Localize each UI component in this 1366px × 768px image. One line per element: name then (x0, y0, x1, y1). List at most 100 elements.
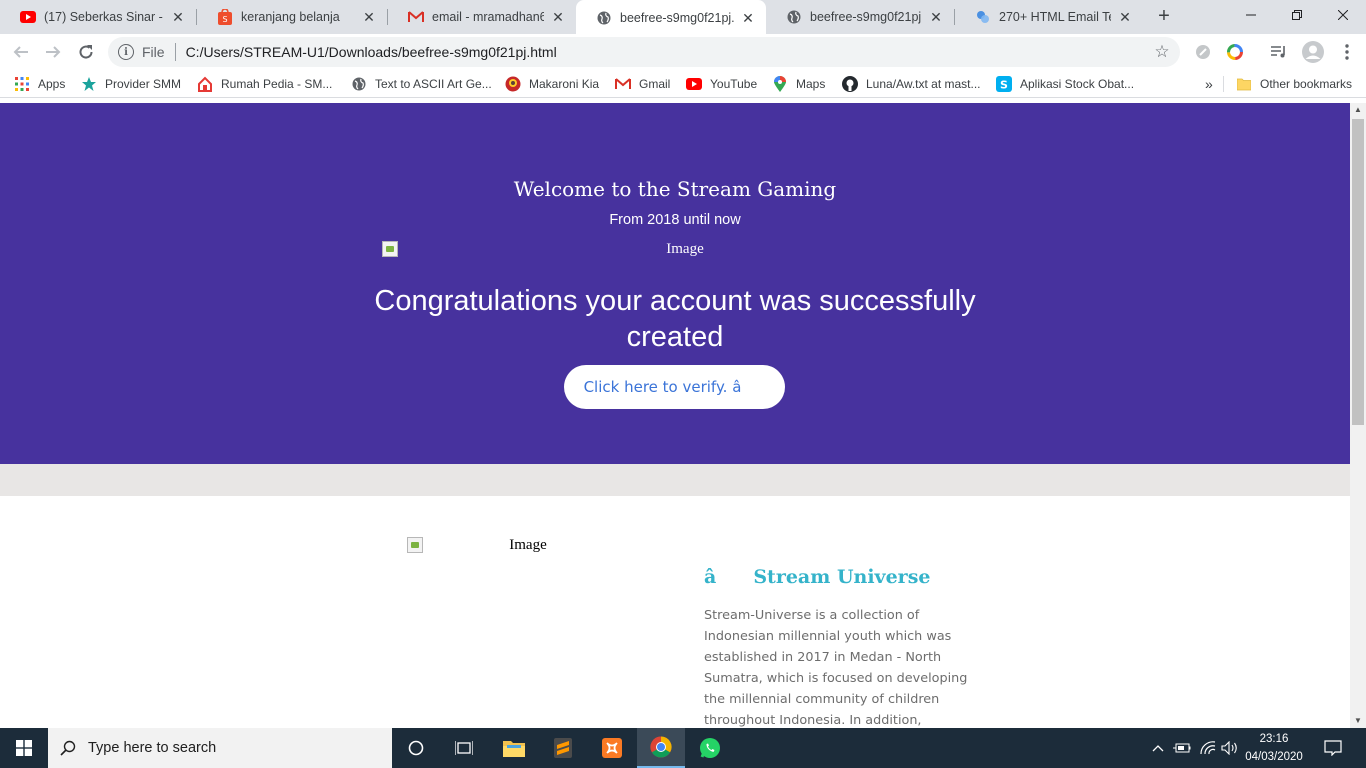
scroll-thumb[interactable] (1352, 119, 1364, 425)
close-icon[interactable]: ✕ (928, 9, 944, 25)
whatsapp-icon (700, 738, 720, 758)
apps-grid-icon (14, 76, 30, 92)
verify-button[interactable]: Click here to verify. â (564, 365, 785, 409)
task-view-button[interactable] (440, 728, 488, 768)
bookmark-label: Maps (796, 77, 826, 91)
shopee-icon: S (217, 9, 233, 25)
bookmark-label: Apps (38, 77, 66, 91)
broken-image-icon (382, 241, 398, 257)
close-icon[interactable]: ✕ (361, 9, 377, 25)
svg-text:S: S (1000, 79, 1008, 92)
tab-title: beefree-s9mg0f21pj.htm (810, 10, 922, 24)
bookmark-label: Other bookmarks (1260, 77, 1353, 91)
close-window-button[interactable] (1320, 0, 1366, 30)
windows-taskbar: Type here to search 23:16 04/03/2020 (0, 728, 1366, 768)
volume-icon[interactable] (1220, 728, 1240, 768)
about-body: Stream-Universe is a collection of Indon… (704, 608, 968, 728)
restore-button[interactable] (1274, 0, 1320, 30)
bookmark-label: Provider SMM (105, 77, 182, 91)
scroll-down-arrow-icon[interactable]: ▼ (1350, 714, 1366, 728)
section-divider-band (0, 464, 1350, 496)
svg-text:S: S (222, 15, 227, 24)
bookmarks-divider (1223, 76, 1224, 92)
globe-icon (786, 9, 802, 25)
image-alt-text: Image (509, 537, 547, 553)
bookmark-rumah-pedia[interactable]: Rumah Pedia - SM... (197, 70, 332, 98)
bookmark-other-bookmarks[interactable]: Other bookmarks (1236, 70, 1352, 98)
hero-subtitle: From 2018 until now (609, 212, 741, 228)
skype-icon: S (996, 76, 1012, 92)
clock-date: 04/03/2020 (1245, 751, 1303, 763)
tab-youtube[interactable]: (17) Seberkas Sinar - Nu ✕ (0, 0, 196, 34)
sublime-text-button[interactable] (539, 728, 587, 768)
tab-title: email - mramadhan687 (432, 10, 544, 24)
info-icon[interactable]: i (118, 44, 134, 60)
wifi-icon[interactable] (1198, 728, 1218, 768)
bookmark-ascii-art[interactable]: Text to ASCII Art Ge... (351, 70, 492, 98)
search-icon (48, 740, 88, 756)
bookmark-github-luna[interactable]: Luna/Aw.txt at mast... (842, 70, 981, 98)
taskbar-search-box[interactable]: Type here to search (48, 728, 392, 768)
close-icon[interactable]: ✕ (550, 9, 566, 25)
bookmark-maps[interactable]: Maps (772, 70, 825, 98)
bookmarks-overflow-button[interactable]: » (1205, 70, 1213, 98)
tab-beefree-active[interactable]: beefree-s9mg0f21pj.htm ✕ (576, 0, 766, 36)
close-icon[interactable]: ✕ (1117, 9, 1133, 25)
forward-button[interactable] (40, 39, 66, 65)
tab-shopee[interactable]: S keranjang belanja ✕ (197, 0, 387, 34)
bookmark-star-icon[interactable]: ☆ (1150, 42, 1174, 62)
bookmark-gmail[interactable]: Gmail (615, 70, 670, 98)
minimize-button[interactable] (1228, 0, 1274, 30)
start-button[interactable] (0, 728, 48, 768)
bookmarks-bar: Apps Provider SMM Rumah Pedia - SM... Te… (0, 70, 1366, 98)
whatsapp-button[interactable] (686, 728, 734, 768)
bookmark-youtube[interactable]: YouTube (686, 70, 757, 98)
show-hidden-icons-chevron-icon[interactable] (1150, 728, 1166, 768)
hero-broken-image: Image (382, 241, 972, 261)
tab-gmail[interactable]: email - mramadhan687 ✕ (388, 0, 576, 34)
bookmark-label: Luna/Aw.txt at mast... (866, 77, 981, 91)
action-center-button[interactable] (1318, 728, 1348, 768)
url-scheme: File (142, 44, 165, 60)
image-alt-text: Image (666, 241, 704, 257)
gmail-icon (408, 9, 424, 25)
bookmark-apps[interactable]: Apps (14, 70, 65, 98)
battery-icon[interactable] (1172, 728, 1192, 768)
reload-button[interactable] (73, 39, 99, 65)
about-broken-image: Image (407, 537, 633, 557)
close-icon[interactable]: ✕ (740, 10, 756, 26)
chrome-button[interactable] (637, 728, 685, 768)
close-icon[interactable]: ✕ (170, 9, 186, 25)
profile-avatar-icon[interactable] (1302, 41, 1324, 63)
back-button[interactable] (8, 39, 34, 65)
tab-title: (17) Seberkas Sinar - Nu (44, 10, 164, 24)
file-explorer-button[interactable] (490, 728, 538, 768)
github-icon (842, 76, 858, 92)
bookmark-provider-smm[interactable]: Provider SMM (81, 70, 181, 98)
bookmark-label: Makaroni Kia (529, 77, 600, 91)
cortana-button[interactable] (392, 728, 440, 768)
xampp-icon (602, 738, 622, 758)
address-bar[interactable]: i File C:/Users/STREAM-U1/Downloads/beef… (108, 37, 1180, 67)
xampp-button[interactable] (588, 728, 636, 768)
hero-section: Welcome to the Stream Gaming From 2018 u… (0, 103, 1350, 464)
omnibox-divider (174, 43, 176, 61)
tab-strip: (17) Seberkas Sinar - Nu ✕ S keranjang b… (0, 0, 1366, 36)
vertical-scrollbar[interactable]: ▲ ▼ (1350, 103, 1366, 728)
bookmark-makaroni-kia[interactable]: Makaroni Kia (505, 70, 599, 98)
clock-time: 23:16 (1259, 733, 1289, 745)
menu-kebab-icon[interactable] (1338, 43, 1356, 61)
taskbar-clock[interactable]: 23:16 04/03/2020 (1238, 730, 1310, 766)
bookmark-aplikasi-stock[interactable]: S Aplikasi Stock Obat... (996, 70, 1134, 98)
bookmark-label: Aplikasi Stock Obat... (1020, 77, 1135, 91)
extension-color-ring-icon[interactable] (1226, 43, 1244, 61)
folder-icon (503, 741, 525, 757)
media-control-icon[interactable] (1270, 43, 1288, 61)
scroll-up-arrow-icon[interactable]: ▲ (1350, 103, 1366, 117)
makaroni-icon (505, 76, 521, 92)
tab-beefree[interactable]: beefree-s9mg0f21pj.htm ✕ (766, 0, 954, 34)
tab-colorlib[interactable]: 270+ HTML Email Temp ✕ (955, 0, 1143, 34)
new-tab-button[interactable]: + (1154, 6, 1174, 27)
extension-grey-icon[interactable] (1194, 43, 1212, 61)
url-text[interactable]: C:/Users/STREAM-U1/Downloads/beefree-s9m… (186, 44, 1150, 60)
